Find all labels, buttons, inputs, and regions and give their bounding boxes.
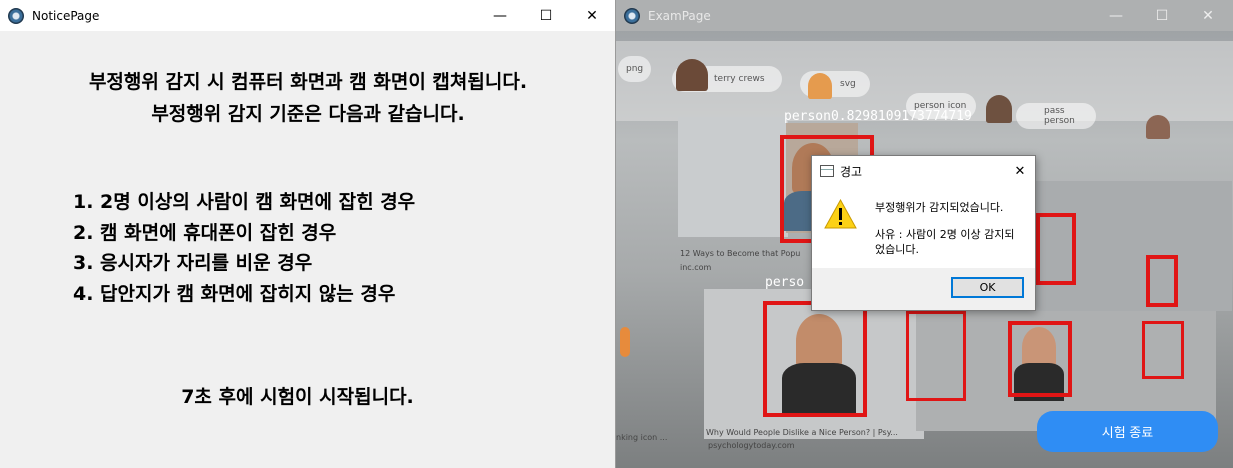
close-button[interactable]: ✕ bbox=[1185, 0, 1231, 31]
bg-caption-dislike: Why Would People Dislike a Nice Person? … bbox=[706, 428, 898, 437]
detection-box-7 bbox=[1142, 321, 1184, 379]
warning-dialog: 경고 ✕ 부정행위가 감지되었습니다. 사유 : 사람이 2명 이상 감지되었습… bbox=[811, 155, 1036, 311]
rule-item-1: 1. 2명 이상의 사람이 캠 화면에 잡힌 경우 bbox=[73, 191, 416, 213]
bg-avatar-3 bbox=[986, 95, 1012, 123]
dialog-titlebar[interactable]: 경고 ✕ bbox=[812, 156, 1035, 186]
detection-box-4 bbox=[1036, 213, 1076, 285]
bg-avatar-4 bbox=[1146, 115, 1170, 139]
detection-box-3 bbox=[1008, 321, 1072, 397]
app-icon bbox=[624, 7, 640, 24]
end-exam-button[interactable]: 시험 종료 bbox=[1037, 411, 1218, 452]
close-button[interactable]: ✕ bbox=[569, 0, 615, 31]
rule-item-4: 4. 답안지가 캠 화면에 잡히지 않는 경우 bbox=[73, 283, 396, 305]
bg-caption-inc: inc.com bbox=[680, 263, 712, 272]
minimize-button[interactable]: — bbox=[1093, 0, 1139, 31]
exam-window-title: ExamPage bbox=[648, 8, 711, 23]
window-icon bbox=[820, 165, 834, 177]
notice-window-title: NoticePage bbox=[32, 8, 100, 23]
bg-avatar-1 bbox=[676, 59, 708, 91]
detection-label-2: perso bbox=[765, 275, 805, 290]
notice-titlebar[interactable]: NoticePage — ☐ ✕ bbox=[0, 0, 615, 31]
dialog-title: 경고 bbox=[840, 164, 863, 179]
detection-box-6 bbox=[906, 311, 966, 401]
bg-thumb-window bbox=[678, 117, 788, 237]
maximize-button[interactable]: ☐ bbox=[1139, 0, 1185, 31]
bg-chip-pass: pass person bbox=[1016, 103, 1096, 129]
dialog-reason: 사유 : 사람이 2명 이상 감지되었습니다. bbox=[875, 228, 1015, 256]
bg-chip-png: png bbox=[618, 56, 652, 82]
rule-item-2: 2. 캠 화면에 휴대폰이 잡힌 경우 bbox=[73, 222, 337, 244]
minimize-button[interactable]: — bbox=[477, 0, 523, 31]
notice-heading-line2: 부정행위 감지 기준은 다음과 같습니다. bbox=[151, 103, 465, 125]
exam-titlebar[interactable]: ExamPage — ☐ ✕ bbox=[616, 0, 1233, 31]
dialog-footer: OK bbox=[812, 268, 1035, 310]
rule-item-3: 3. 응시자가 자리를 비운 경우 bbox=[73, 252, 313, 274]
dialog-body: 부정행위가 감지되었습니다. 사유 : 사람이 2명 이상 감지되었습니다. bbox=[812, 186, 1035, 270]
dialog-close-button[interactable]: ✕ bbox=[1005, 156, 1035, 186]
countdown-text: 7초 후에 시험이 시작됩니다. bbox=[181, 386, 414, 408]
detection-box-5 bbox=[1146, 255, 1178, 307]
bg-orange-figure bbox=[620, 327, 630, 357]
bg-caption-thinking: nking icon ... bbox=[616, 433, 668, 442]
app-icon bbox=[8, 7, 24, 24]
bg-caption-vect: 12 Ways to Become that Popu bbox=[680, 249, 801, 258]
dialog-message: 부정행위가 감지되었습니다. bbox=[875, 201, 1004, 214]
warning-icon bbox=[824, 199, 857, 229]
maximize-button[interactable]: ☐ bbox=[523, 0, 569, 31]
notice-body: 부정행위 감지 시 컴퓨터 화면과 캠 화면이 캡쳐됩니다. 부정행위 감지 기… bbox=[0, 31, 615, 468]
detection-label-1: person0.8298109173774719 bbox=[784, 109, 972, 124]
detection-box-2 bbox=[763, 301, 867, 417]
notice-window: NoticePage — ☐ ✕ 부정행위 감지 시 컴퓨터 화면과 캠 화면이… bbox=[0, 0, 616, 468]
bg-caption-psych: psychologytoday.com bbox=[708, 441, 795, 450]
ok-button[interactable]: OK bbox=[951, 277, 1024, 298]
notice-heading-line1: 부정행위 감지 시 컴퓨터 화면과 캠 화면이 캡쳐됩니다. bbox=[88, 71, 528, 93]
bg-avatar-2 bbox=[808, 73, 832, 99]
